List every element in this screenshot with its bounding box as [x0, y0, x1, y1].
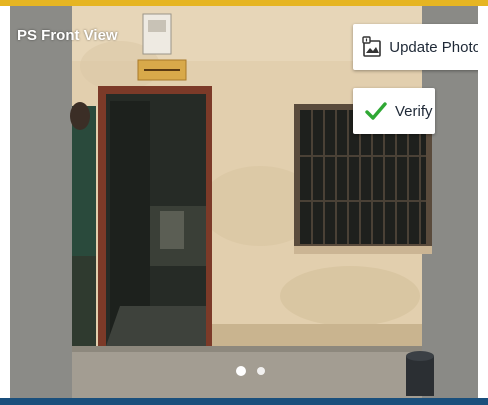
verify-label: Verify [395, 102, 433, 120]
checkmark-icon [361, 96, 391, 126]
image-upload-icon [361, 32, 385, 62]
card-title: PS Front View [17, 27, 118, 44]
photo-card: PS Front View Update Photo Verify [10, 6, 478, 398]
update-photo-button[interactable]: Update Photo [353, 24, 478, 70]
carousel-dot[interactable] [236, 366, 246, 376]
carousel-indicator [236, 366, 265, 376]
update-photo-label: Update Photo [389, 38, 478, 56]
verify-button[interactable]: Verify [353, 88, 435, 134]
bottom-accent-bar [0, 398, 488, 405]
carousel-dot[interactable] [257, 367, 265, 375]
